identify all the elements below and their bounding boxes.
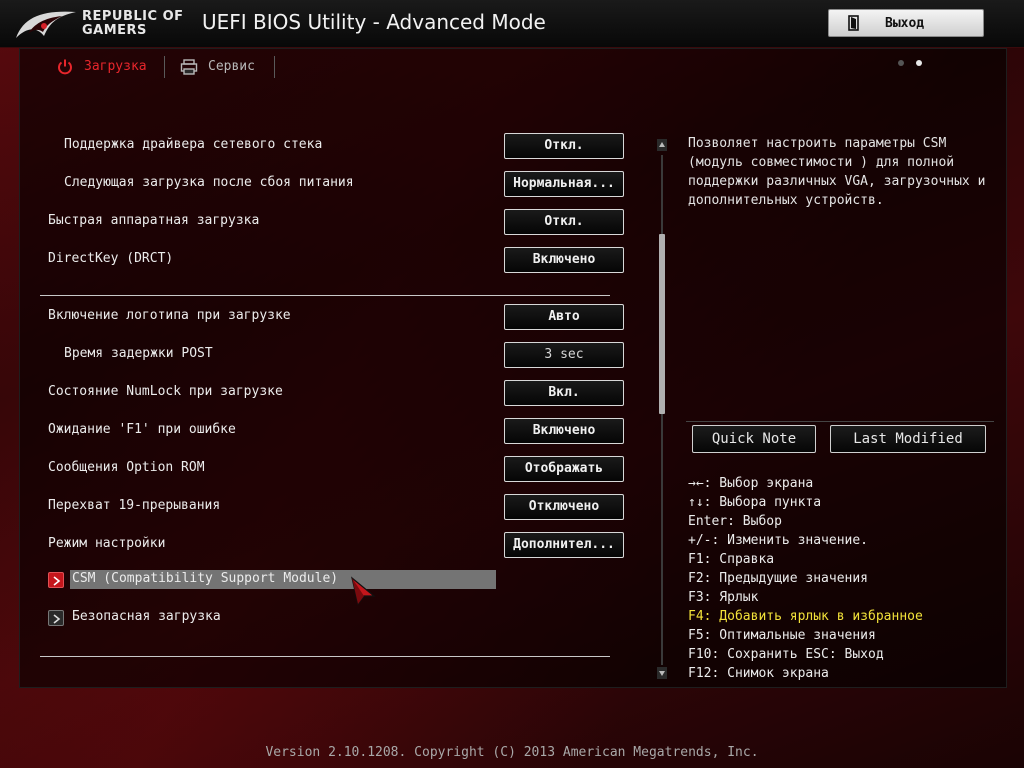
scroll-thumb[interactable] [659,234,665,414]
setting-label: Перехват 19-прерывания [48,498,221,513]
hotkey-item: →←: Выбор экрана [688,476,814,491]
title-bar: REPUBLIC OF GAMERS UEFI BIOS Utility - A… [0,0,1024,48]
setting-label: Включение логотипа при загрузке [48,308,291,323]
hotkey-item: F5: Оптимальные значения [688,628,876,643]
setting-label: DirectKey (DRCT) [48,251,174,266]
help-divider [686,421,994,422]
setting-value-button[interactable]: Включено [504,418,624,444]
setting-value-button[interactable]: 3 sec [504,342,624,368]
exit-button[interactable]: Выход [828,9,984,37]
setting-value-button[interactable]: Откл. [504,133,624,159]
brand-line-2: GAMERS [82,23,147,38]
hotkey-item: F10: Сохранить ESC: Выход [688,647,884,662]
scrollbar[interactable] [655,139,669,680]
setting-value-button[interactable]: Вкл. [504,380,624,406]
hotkey-item: F1: Справка [688,552,775,567]
hotkey-item: +/-: Изменить значение. [688,533,869,548]
setting-value-button[interactable]: Отображать [504,456,624,482]
hotkey-item: F2: Предыдущие значения [688,571,869,586]
tab-tool-label: Сервис [208,59,255,74]
power-icon [58,59,72,75]
tab-separator [164,56,165,78]
rog-logo: REPUBLIC OF GAMERS [14,6,194,44]
hotkey-item: F12: Снимок экрана [688,666,829,681]
brand-line-1: REPUBLIC OF [82,9,184,24]
hotkey-item: Enter: Выбор [688,514,782,529]
hotkey-item-highlighted: F4: Добавить ярлык в избранное [688,609,923,624]
setting-label: Ожидание 'F1' при ошибке [48,422,236,437]
chevron-right-icon [53,614,61,624]
setting-label: Поддержка драйвера сетевого стека [64,137,323,152]
submenu-arrow-icon [48,610,64,626]
setting-label: Состояние NumLock при загрузке [48,384,283,399]
setting-value-button[interactable]: Дополнител... [504,532,624,558]
setting-label: Быстрая аппаратная загрузка [48,213,260,228]
quick-note-button[interactable]: Quick Note [692,425,816,453]
mouse-cursor-icon [351,576,376,606]
setting-value-button[interactable]: Откл. [504,209,624,235]
exit-label: Выход [885,16,925,31]
section-divider [40,656,610,657]
setting-value-button[interactable]: Нормальная... [504,171,624,197]
app-title: UEFI BIOS Utility - Advanced Mode [202,10,546,34]
scroll-down-icon[interactable] [657,667,667,679]
version-footer: Version 2.10.1208. Copyright (C) 2013 Am… [265,745,759,760]
setting-label: Сообщения Option ROM [48,460,205,475]
hotkey-item: F3: Ярлык [688,590,759,605]
page-indicator [896,60,926,68]
brand-text: REPUBLIC OF GAMERS [82,10,198,38]
printer-icon [180,59,198,75]
setting-label: Режим настройки [48,536,166,551]
setting-value-button[interactable]: Включено [504,247,624,273]
last-modified-button[interactable]: Last Modified [830,425,986,453]
exit-door-icon [848,15,859,31]
page-dot-active [916,60,922,66]
setting-label: Следующая загрузка после сбоя питания [64,175,354,190]
help-description: Позволяет настроить параметры CSM (модул… [688,136,986,208]
rog-eye-icon [16,11,76,38]
setting-value-button[interactable]: Отключено [504,494,624,520]
hotkey-item: ↑↓: Выбора пункта [688,495,822,510]
page-dot [898,60,904,66]
section-divider [40,295,610,296]
chevron-right-icon [53,576,61,586]
submenu-csm-label: CSM (Compatibility Support Module) [72,571,339,586]
setting-label: Время задержки POST [64,346,213,361]
tab-separator [274,56,275,78]
submenu-arrow-icon [48,572,64,588]
scroll-up-icon[interactable] [657,139,667,151]
tab-boot-label: Загрузка [84,59,147,74]
submenu-secure-boot-label: Безопасная загрузка [72,609,221,624]
setting-value-button[interactable]: Авто [504,304,624,330]
